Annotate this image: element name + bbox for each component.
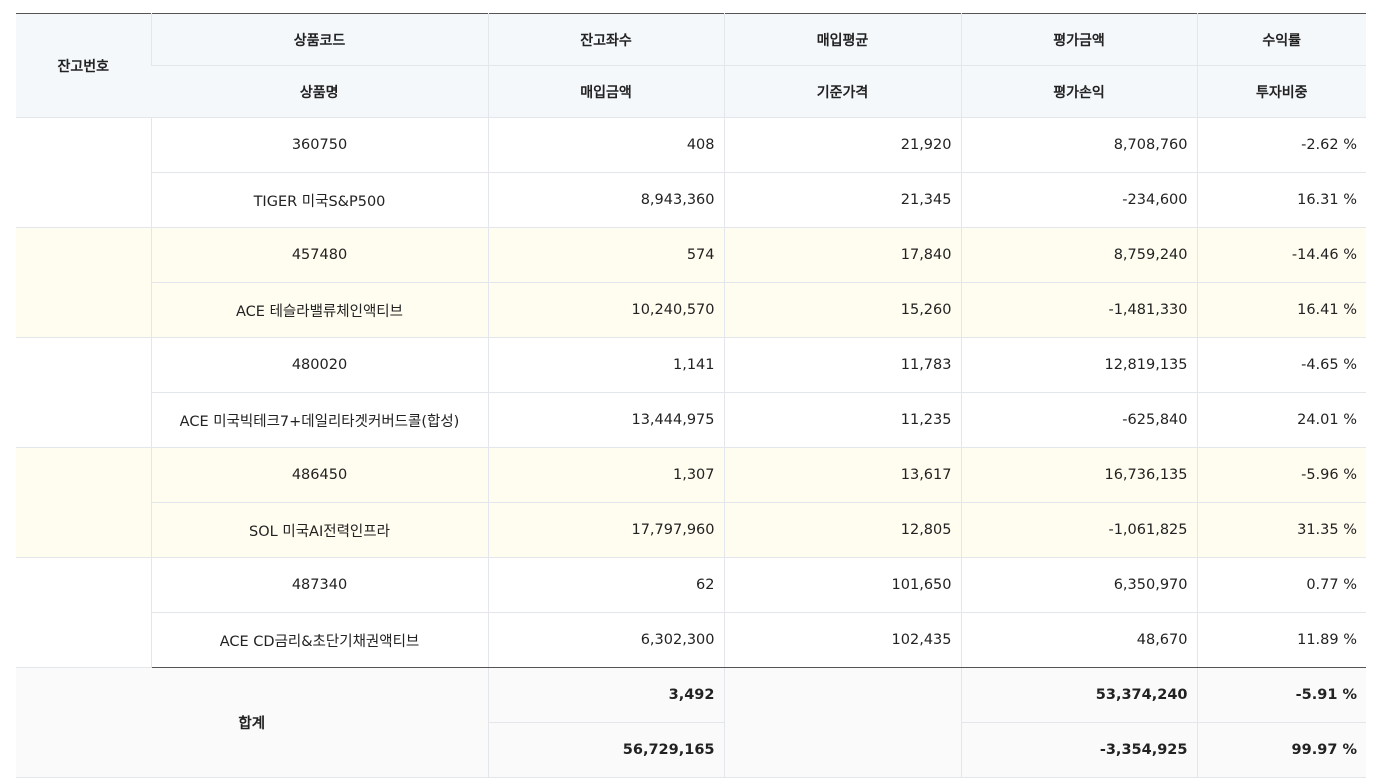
- header-eval-pl: 평가손익: [960, 65, 1197, 118]
- product-name: ACE 테슬라밸류체인액티브: [150, 282, 488, 338]
- base-price-value: 102,435: [723, 612, 961, 668]
- product-code: 480020: [150, 337, 488, 393]
- return-rate-value: -14.46 %: [1196, 227, 1366, 283]
- table-row: 486450 1,307 13,617 16,736,135 -5.96 %: [16, 447, 1366, 558]
- total-return-rate: -5.91 %: [1196, 667, 1366, 723]
- header-account-no: 잔고번호: [16, 13, 151, 118]
- product-name: TIGER 미국S&P500: [150, 172, 488, 228]
- eval-amount-value: 6,350,970: [960, 557, 1197, 613]
- purchase-amount-value: 8,943,360: [487, 172, 724, 228]
- avg-price-value: 17,840: [723, 227, 961, 283]
- header-return-rate: 수익률: [1196, 13, 1366, 66]
- product-code: 457480: [150, 227, 488, 283]
- account-no-cell: [16, 337, 151, 448]
- product-code: 360750: [150, 117, 488, 173]
- total-quantity: 3,492: [487, 667, 724, 723]
- eval-pl-value: -234,600: [960, 172, 1197, 228]
- header-eval-amount: 평가금액: [960, 13, 1197, 66]
- eval-pl-value: -625,840: [960, 392, 1197, 448]
- table-row: 480020 1,141 11,783 12,819,135 -4.65 %: [16, 337, 1366, 448]
- weight-value: 11.89 %: [1196, 612, 1366, 668]
- product-name: ACE 미국빅테크7+데일리타겟커버드콜(합성): [150, 392, 488, 448]
- header-quantity: 잔고좌수: [487, 13, 724, 66]
- purchase-amount-value: 17,797,960: [487, 502, 724, 558]
- total-row: 합계 3,492 53,374,240 -5.91 %: [16, 667, 1366, 778]
- weight-value: 16.41 %: [1196, 282, 1366, 338]
- table-footer: 합계 3,492 53,374,240 -5.91 % 56,729,165 -…: [16, 667, 1366, 778]
- holdings-table-container: 잔고번호 상품코드 잔고좌수 매입평균 평가금액 수익률 상품명 매입금액 기준…: [16, 13, 1366, 778]
- quantity-value: 1,141: [487, 337, 724, 393]
- header-base-price: 기준가격: [723, 65, 961, 118]
- avg-price-value: 21,920: [723, 117, 961, 173]
- total-eval-amount: 53,374,240: [960, 667, 1197, 723]
- header-avg-price: 매입평균: [723, 13, 961, 66]
- total-weight: 99.97 %: [1196, 722, 1366, 778]
- purchase-amount-value: 6,302,300: [487, 612, 724, 668]
- product-code: 486450: [150, 447, 488, 503]
- eval-amount-value: 12,819,135: [960, 337, 1197, 393]
- purchase-amount-value: 13,444,975: [487, 392, 724, 448]
- header-weight: 투자비중: [1196, 65, 1366, 118]
- table-row: SOL 미국AI전력인프라 17,797,960 12,805 -1,061,8…: [16, 502, 1366, 558]
- total-empty-cell: [723, 667, 961, 778]
- table-row: ACE CD금리&초단기채권액티브 6,302,300 102,435 48,6…: [16, 612, 1366, 668]
- eval-amount-value: 8,708,760: [960, 117, 1197, 173]
- avg-price-value: 13,617: [723, 447, 961, 503]
- table-body: 360750 408 21,920 8,708,760 -2.62 % TIGE…: [16, 117, 1366, 668]
- avg-price-value: 101,650: [723, 557, 961, 613]
- eval-amount-value: 8,759,240: [960, 227, 1197, 283]
- purchase-amount-value: 10,240,570: [487, 282, 724, 338]
- return-rate-value: -4.65 %: [1196, 337, 1366, 393]
- quantity-value: 574: [487, 227, 724, 283]
- quantity-value: 1,307: [487, 447, 724, 503]
- base-price-value: 12,805: [723, 502, 961, 558]
- weight-value: 31.35 %: [1196, 502, 1366, 558]
- eval-pl-value: -1,481,330: [960, 282, 1197, 338]
- total-eval-pl: -3,354,925: [960, 722, 1197, 778]
- account-no-cell: [16, 447, 151, 558]
- product-name: ACE CD금리&초단기채권액티브: [150, 612, 488, 668]
- return-rate-value: -5.96 %: [1196, 447, 1366, 503]
- base-price-value: 11,235: [723, 392, 961, 448]
- base-price-value: 21,345: [723, 172, 961, 228]
- header-product-name: 상품명: [151, 65, 488, 118]
- account-no-cell: [16, 557, 151, 668]
- product-name: SOL 미국AI전력인프라: [150, 502, 488, 558]
- quantity-value: 62: [487, 557, 724, 613]
- product-code: 487340: [150, 557, 488, 613]
- header-purchase-amount: 매입금액: [487, 65, 724, 118]
- return-rate-value: -2.62 %: [1196, 117, 1366, 173]
- table-header: 잔고번호 상품코드 잔고좌수 매입평균 평가금액 수익률 상품명 매입금액 기준…: [16, 13, 1366, 118]
- table-row: 360750 408 21,920 8,708,760 -2.62 %: [16, 117, 1366, 228]
- weight-value: 16.31 %: [1196, 172, 1366, 228]
- weight-value: 24.01 %: [1196, 392, 1366, 448]
- return-rate-value: 0.77 %: [1196, 557, 1366, 613]
- eval-pl-value: -1,061,825: [960, 502, 1197, 558]
- table-row: ACE 테슬라밸류체인액티브 10,240,570 15,260 -1,481,…: [16, 282, 1366, 338]
- table-row: TIGER 미국S&P500 8,943,360 21,345 -234,600…: [16, 172, 1366, 228]
- holdings-table: 잔고번호 상품코드 잔고좌수 매입평균 평가금액 수익률 상품명 매입금액 기준…: [16, 13, 1366, 778]
- table-row: 487340 62 101,650 6,350,970 0.77 %: [16, 557, 1366, 668]
- total-label: 합계: [16, 667, 488, 778]
- eval-amount-value: 16,736,135: [960, 447, 1197, 503]
- total-purchase-amount: 56,729,165: [487, 722, 724, 778]
- table-row: 457480 574 17,840 8,759,240 -14.46 %: [16, 227, 1366, 338]
- quantity-value: 408: [487, 117, 724, 173]
- header-product-code: 상품코드: [150, 13, 488, 66]
- table-row: ACE 미국빅테크7+데일리타겟커버드콜(합성) 13,444,975 11,2…: [16, 392, 1366, 448]
- account-no-cell: [16, 227, 151, 338]
- eval-pl-value: 48,670: [960, 612, 1197, 668]
- account-no-cell: [16, 117, 151, 228]
- base-price-value: 15,260: [723, 282, 961, 338]
- avg-price-value: 11,783: [723, 337, 961, 393]
